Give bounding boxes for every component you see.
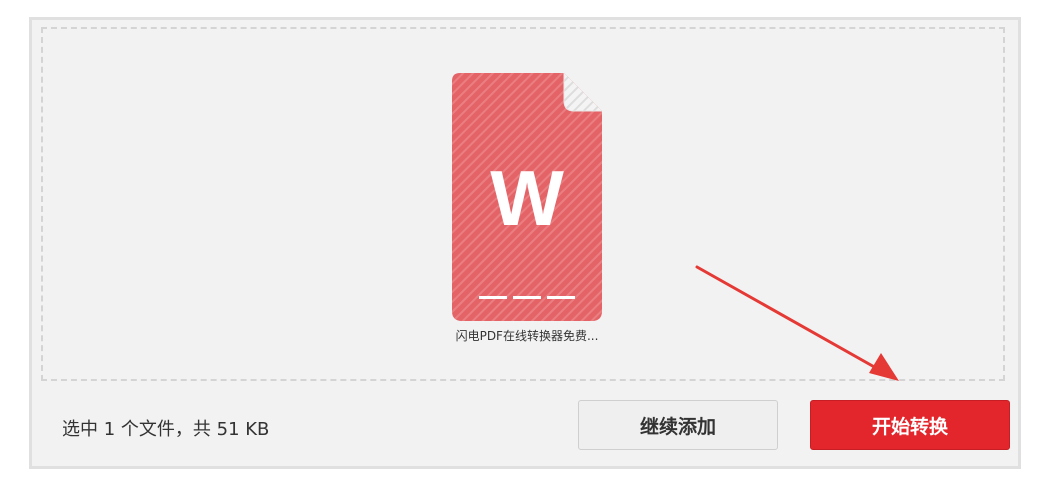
file-name: 闪电PDF在线转换器免费...	[455, 329, 599, 343]
start-conversion-button[interactable]: 开始转换	[810, 400, 1010, 450]
word-document-icon: W	[452, 73, 602, 321]
converter-panel: W 闪电PDF在线转换器免费... 选中 1 个文件，共 51 KB 继续添加 …	[29, 17, 1021, 469]
pointer-arrow-icon	[695, 265, 899, 381]
file-item[interactable]: W 闪电PDF在线转换器免费...	[452, 73, 602, 343]
selection-status: 选中 1 个文件，共 51 KB	[62, 419, 270, 440]
file-drop-zone[interactable]: W 闪电PDF在线转换器免费...	[41, 27, 1005, 381]
file-type-letter: W	[490, 154, 564, 242]
add-more-files-button[interactable]: 继续添加	[578, 400, 778, 450]
